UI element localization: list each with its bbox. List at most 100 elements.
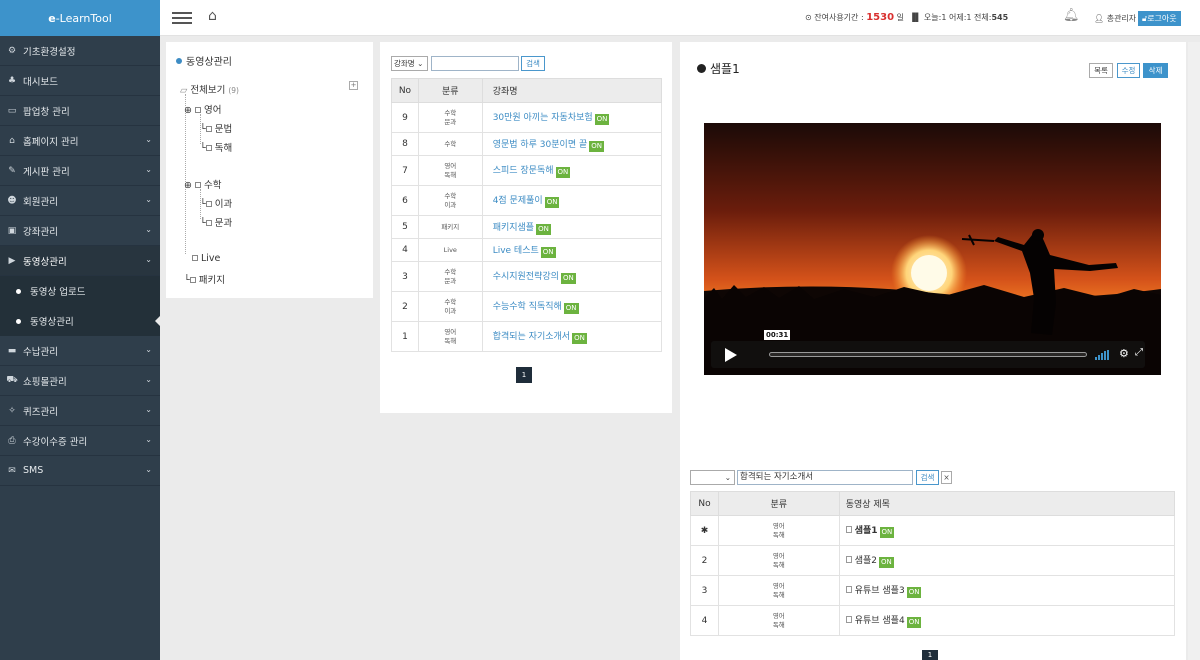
lecture-title-link[interactable]: 4점 문제풀이: [493, 196, 543, 206]
lecture-title-link[interactable]: 합격되는 자기소개서: [493, 332, 570, 342]
video-icon: ▶: [8, 255, 16, 266]
window-icon: ▭: [7, 105, 17, 116]
category-select[interactable]: ⌄: [690, 470, 735, 485]
lecture-title-link[interactable]: 스피드 장문독해: [493, 166, 554, 176]
chevron-down-icon: ⌄: [145, 435, 152, 444]
sidebar-item-quiz[interactable]: ✧ 퀴즈관리 ⌄: [0, 396, 160, 426]
lecture-title-link[interactable]: 수능수학 직독직해: [493, 302, 562, 312]
table-row[interactable]: 3 영어 독해 유튜브 샘플3 ON: [690, 575, 1176, 606]
progress-bar[interactable]: [769, 352, 1087, 357]
file-icon: [845, 556, 852, 563]
sidebar-item-payments[interactable]: ▬ 수납관리 ⌄: [0, 336, 160, 366]
search-field-select[interactable]: 강좌명 ⌄: [391, 56, 428, 71]
tree-node-liberal[interactable]: └ 문과: [200, 215, 232, 229]
expand-toggle-icon[interactable]: +: [349, 81, 358, 90]
table-row[interactable]: 7 영어 독해 스피드 장문독해 ON: [391, 155, 663, 186]
video-title-link[interactable]: 샘플1: [855, 526, 878, 536]
sidebar-item-videos[interactable]: ▶ 동영상관리 ⌄: [0, 246, 160, 276]
pagination-page-1[interactable]: 1: [922, 650, 938, 660]
table-row[interactable]: 2 영어 독해 샘플2 ON: [690, 545, 1176, 576]
sidebar-item-board[interactable]: ✎ 게시판 관리 ⌄: [0, 156, 160, 186]
video-controls: 00:31 ⚙ ⤢: [711, 330, 1145, 368]
video-search-input[interactable]: 합격되는 자기소개서: [737, 470, 913, 485]
sidebar-item-shop[interactable]: ⛟ 쇼핑몰관리 ⌄: [0, 366, 160, 396]
status-badge: ON: [589, 140, 604, 152]
status-badge: ON: [544, 197, 560, 208]
hamburger-menu-icon[interactable]: [172, 12, 192, 24]
table-row[interactable]: 1 영어 독해 합격되는 자기소개서 ON: [391, 321, 663, 352]
lecture-title-link[interactable]: 패키지샘플: [493, 223, 534, 233]
credit-card-icon: ▬: [7, 345, 17, 356]
sidebar-item-dashboard[interactable]: ♣ 대시보드: [0, 66, 160, 96]
video-player[interactable]: 00:31 ⚙ ⤢: [704, 123, 1161, 375]
fullscreen-icon[interactable]: ⤢: [1135, 347, 1143, 358]
video-title-link[interactable]: 유튜브 샘플4: [855, 616, 905, 626]
chevron-down-icon: ⌄: [145, 225, 152, 234]
sidebar-subitem-video-manage[interactable]: 동영상관리: [0, 306, 160, 336]
tree-node-package[interactable]: └ 패키지: [184, 272, 225, 286]
table-row[interactable]: ✱ 영어 독해 샘플1 ON: [690, 515, 1176, 546]
status-badge: ON: [878, 557, 894, 568]
table-row[interactable]: 5 패키지 패키지샘플 ON: [391, 215, 663, 239]
tree-node-english[interactable]: ⊕ 영어: [184, 102, 221, 116]
pagination-page-1[interactable]: 1: [516, 367, 532, 383]
play-icon[interactable]: [725, 348, 737, 362]
clear-search-button[interactable]: ×: [941, 471, 952, 484]
status-badge: ON: [536, 223, 551, 235]
lecture-title-link[interactable]: 수시지원전략강의: [493, 272, 559, 282]
table-row[interactable]: 4 영어 독해 유튜브 샘플4 ON: [690, 605, 1176, 636]
bullet-icon: [16, 288, 21, 294]
scrollbar[interactable]: [1188, 42, 1200, 660]
tree-node-live[interactable]: Live: [192, 253, 220, 264]
sidebar-item-courses[interactable]: ▣ 강좌관리 ⌄: [0, 216, 160, 246]
video-detail-panel: 샘플1 목록 수정 삭제 00:31 ⚙ ⤢ ⌄ 합격되는 자기소개서 검색 ×…: [680, 42, 1186, 660]
table-row[interactable]: 2 수학 이과 수능수학 직독직해 ON: [391, 291, 663, 322]
table-row[interactable]: 8 수학 영문법 하루 30분이면 끝 ON: [391, 132, 663, 156]
tree-node-math[interactable]: ⊕ 수학: [184, 177, 221, 191]
tree-node-science[interactable]: └ 이과: [200, 196, 232, 210]
pencil-icon: ✎: [8, 165, 16, 176]
lecture-search-input[interactable]: [431, 56, 519, 71]
bell-icon[interactable]: 🔔︎: [1063, 8, 1080, 23]
lecture-title-link[interactable]: Live 테스트: [493, 246, 539, 256]
folder-icon: [205, 201, 212, 207]
edit-button[interactable]: 수정: [1117, 63, 1140, 78]
tree-node-reading[interactable]: └ 독해: [200, 140, 232, 154]
sidebar-item-certificate[interactable]: ⎙ 수강이수증 관리 ⌄: [0, 426, 160, 456]
table-row[interactable]: 9 수학 문과 30만원 아끼는 자동차보험 ON: [391, 102, 663, 133]
file-icon: [845, 616, 852, 623]
sidebar-subitem-video-upload[interactable]: 동영상 업로드: [0, 276, 160, 306]
status-badge: ON: [906, 587, 922, 598]
tree-node-grammar[interactable]: └ 문법: [200, 121, 232, 135]
table-row[interactable]: 6 수학 이과 4점 문제풀이 ON: [391, 185, 663, 216]
total-visits: 545: [991, 13, 1009, 22]
gear-icon[interactable]: ⚙: [1119, 347, 1129, 360]
status-badge: ON: [555, 167, 571, 178]
video-title-link[interactable]: 샘플2: [855, 556, 877, 566]
lecture-title-link[interactable]: 30만원 아끼는 자동차보험: [493, 113, 593, 123]
folder-icon: [205, 126, 212, 132]
table-row[interactable]: 4 Live Live 테스트 ON: [391, 238, 663, 262]
sidebar-item-members[interactable]: ☻ 회원관리 ⌄: [0, 186, 160, 216]
lecture-search-button[interactable]: 검색: [521, 56, 545, 71]
status-badge: ON: [540, 246, 556, 258]
sidebar-item-popup[interactable]: ▭ 팝업창 관리: [0, 96, 160, 126]
brand-logo[interactable]: e -LearnTool: [0, 0, 160, 36]
key-icon: ✧: [8, 405, 16, 416]
list-button[interactable]: 목록: [1089, 63, 1113, 78]
sidebar-item-settings[interactable]: ⚙ 기초환경설정: [0, 36, 160, 66]
sidebar-item-homepage[interactable]: ⌂ 홈페이지 관리 ⌄: [0, 126, 160, 156]
status-badge: ON: [594, 114, 610, 125]
lecture-title-link[interactable]: 영문법 하루 30분이면 끝: [493, 140, 588, 150]
logout-button[interactable]: 🔓︎로그아웃: [1138, 11, 1181, 26]
video-search-button[interactable]: 검색: [916, 470, 939, 485]
home-icon[interactable]: ⌂: [208, 8, 217, 24]
volume-icon[interactable]: [1095, 349, 1110, 360]
delete-button[interactable]: 삭제: [1143, 63, 1168, 78]
status-badge: ON: [879, 527, 895, 538]
tree-node-all[interactable]: ▱ 전체보기 (9): [180, 82, 239, 96]
video-title-link[interactable]: 유튜브 샘플3: [855, 586, 905, 596]
sidebar-item-sms[interactable]: ✉ SMS ⌄: [0, 456, 160, 486]
chevron-down-icon: ⌄: [145, 255, 152, 264]
table-row[interactable]: 3 수학 문과 수시지원전략강의 ON: [391, 261, 663, 292]
